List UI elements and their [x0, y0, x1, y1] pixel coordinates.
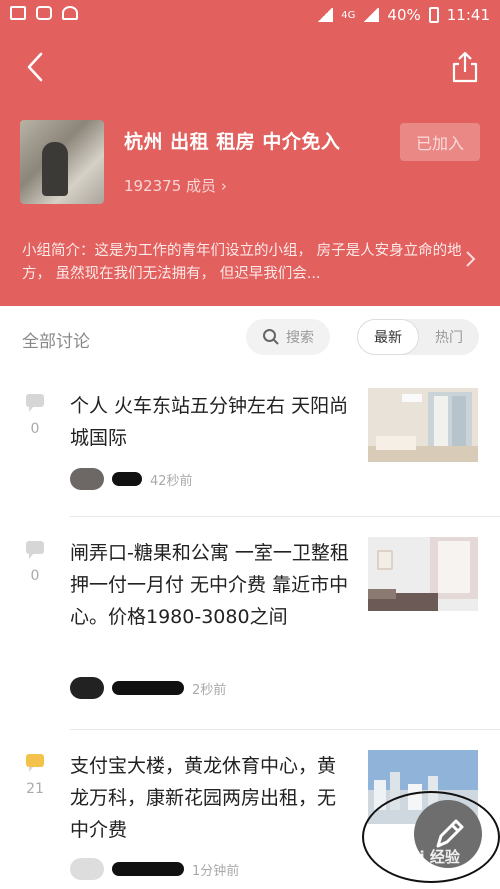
signal-icon	[317, 8, 334, 22]
username-redacted	[112, 862, 184, 876]
comment-bubble-icon	[26, 394, 44, 412]
intro-chevron-right-icon[interactable]	[464, 250, 476, 268]
network-type: 4G	[341, 9, 356, 21]
gallery-icon	[10, 6, 26, 20]
post-meta: 2秒前	[70, 677, 226, 699]
search-button[interactable]: 搜索	[246, 319, 330, 355]
chevron-right-icon: ›	[220, 177, 227, 195]
group-header: 杭州 出租 租房 中介免入 192375 成员 › 已加入 小组简介：这是为工作…	[0, 36, 500, 306]
post-thumbnail	[368, 388, 478, 462]
back-arrow-icon[interactable]	[20, 50, 50, 84]
joined-button[interactable]: 已加入	[400, 123, 480, 161]
comment-count-value: 0	[30, 568, 40, 584]
group-intro[interactable]: 小组简介：这是为工作的青年们设立的小组， 房子是人安身立命的地方， 虽然现在我们…	[22, 240, 462, 286]
group-title: 杭州 出租 租房 中介免入	[124, 131, 341, 153]
comment-count-value: 0	[30, 421, 40, 437]
battery-percent: 40%	[387, 6, 421, 24]
watermark: Bai 经验	[398, 848, 460, 866]
post-time: 2秒前	[192, 682, 227, 698]
user-avatar[interactable]	[70, 468, 104, 490]
comment-bubble-icon	[26, 541, 44, 559]
post-title: 闸弄口-糖果和公寓 一室一卫整租 押一付一月付 无中介费 靠近市中心。价格198…	[70, 542, 349, 628]
search-icon	[263, 329, 279, 345]
comment-bubble-icon	[26, 754, 44, 772]
post-thumbnail	[368, 537, 478, 611]
post-time: 42秒前	[150, 473, 193, 489]
message-icon	[36, 6, 52, 20]
post-meta: 42秒前	[70, 468, 193, 490]
member-count-label: 192375 成员	[124, 177, 217, 195]
comment-count: 21	[25, 754, 45, 797]
battery-icon	[428, 7, 439, 23]
post-meta: 1分钟前	[70, 858, 239, 880]
wifi-icon	[62, 6, 78, 20]
discussion-toolbar: 全部讨论 搜索 最新 热门	[0, 306, 500, 370]
share-icon[interactable]	[450, 50, 480, 84]
annotation-circle	[362, 791, 500, 883]
comment-count-value: 21	[26, 781, 44, 797]
username-redacted	[112, 472, 142, 486]
search-label: 搜索	[286, 330, 314, 346]
status-bar: 4G 40% 11:41	[0, 0, 500, 36]
all-discussions-label: 全部讨论	[22, 332, 90, 352]
comment-count: 0	[25, 394, 45, 437]
user-avatar[interactable]	[70, 858, 104, 880]
tab-hot[interactable]: 热门	[419, 319, 479, 355]
status-left-icons	[10, 6, 78, 20]
signal-icon-2	[363, 8, 380, 22]
comment-count: 0	[25, 541, 45, 584]
group-avatar	[20, 120, 104, 204]
username-redacted	[112, 681, 184, 695]
status-right-icons: 4G 40% 11:41	[317, 6, 490, 24]
post-time: 1分钟前	[192, 863, 240, 879]
clock: 11:41	[446, 6, 490, 24]
sort-toggle: 最新 热门	[357, 319, 479, 355]
user-avatar[interactable]	[70, 677, 104, 699]
post-item[interactable]: 0 闸弄口-糖果和公寓 一室一卫整租 押一付一月付 无中介费 靠近市中心。价格1…	[0, 517, 500, 729]
post-title: 个人 火车东站五分钟左右 天阳尚城国际	[70, 395, 349, 449]
tab-newest[interactable]: 最新	[357, 319, 419, 355]
member-count[interactable]: 192375 成员 ›	[124, 175, 227, 196]
post-item[interactable]: 0 个人 火车东站五分钟左右 天阳尚城国际 42秒前	[0, 370, 500, 516]
post-title: 支付宝大楼，黄龙休育中心，黄龙万科，康新花园两房出租，无中介费	[70, 755, 337, 841]
